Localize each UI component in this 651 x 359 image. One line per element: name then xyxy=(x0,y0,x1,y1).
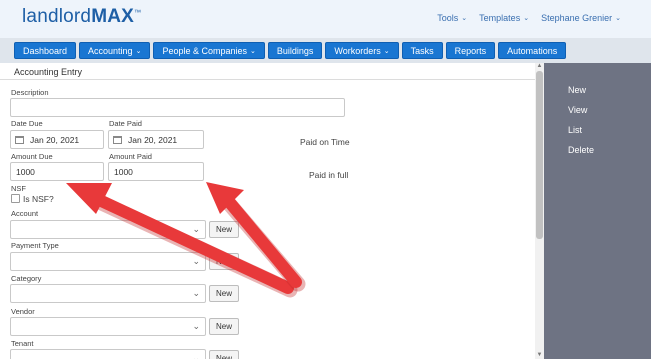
tenant-select[interactable]: ⌄ xyxy=(10,349,206,359)
category-label: Category xyxy=(11,274,42,283)
top-header: landlordMAX™ Tools ⌄ Templates ⌄ Stephan… xyxy=(0,0,651,38)
vendor-label: Vendor xyxy=(11,307,35,316)
description-input[interactable] xyxy=(10,98,345,117)
scroll-up-icon[interactable]: ▲ xyxy=(536,63,543,70)
scroll-thumb[interactable] xyxy=(536,71,543,239)
date-due-value: Jan 20, 2021 xyxy=(30,134,80,145)
scroll-down-icon[interactable]: ▼ xyxy=(536,352,543,359)
date-due-label: Date Due xyxy=(11,119,43,128)
action-delete[interactable]: Delete xyxy=(568,145,594,155)
calendar-icon[interactable] xyxy=(15,135,24,144)
date-paid-value: Jan 20, 2021 xyxy=(128,134,178,145)
vendor-select[interactable]: ⌄ xyxy=(10,317,206,336)
vertical-scrollbar[interactable]: ▲ ▼ xyxy=(535,63,544,359)
chevron-down-icon: ⌄ xyxy=(383,47,390,55)
amount-paid-label: Amount Paid xyxy=(109,152,152,161)
payment-type-select[interactable]: ⌄ xyxy=(10,252,206,271)
nav-workorders[interactable]: Workorders ⌄ xyxy=(325,42,399,59)
top-menu-templates-label: Templates xyxy=(479,13,521,23)
chevron-down-icon: ⌄ xyxy=(192,288,200,298)
account-select[interactable]: ⌄ xyxy=(10,220,206,239)
nav-buildings-label: Buildings xyxy=(276,45,314,56)
nsf-checkbox[interactable] xyxy=(11,194,20,203)
top-menu-user-label: Stephane Grenier xyxy=(541,13,613,23)
nav-dashboard[interactable]: Dashboard xyxy=(14,42,77,59)
form-area: Accounting Entry Description Date Due Ja… xyxy=(0,63,544,359)
actions-panel: New View List Delete xyxy=(544,63,651,359)
chevron-down-icon: ⌄ xyxy=(523,15,530,22)
title-divider xyxy=(0,79,535,80)
nav-workorders-label: Workorders xyxy=(334,45,381,56)
top-menu-tools-label: Tools xyxy=(437,13,459,23)
nav-dashboard-label: Dashboard xyxy=(23,45,68,56)
account-new-button[interactable]: New xyxy=(209,221,239,238)
calendar-icon[interactable] xyxy=(113,135,122,144)
logo-bold-text: MAX xyxy=(91,6,135,27)
logo[interactable]: landlordMAX™ xyxy=(22,6,141,28)
page-title: Accounting Entry xyxy=(14,67,83,77)
action-view[interactable]: View xyxy=(568,105,587,115)
account-label: Account xyxy=(11,209,39,218)
nav-accounting-label: Accounting xyxy=(88,45,133,56)
logo-light-text: landlord xyxy=(22,6,92,27)
chevron-down-icon: ⌄ xyxy=(192,321,200,331)
date-paid-input[interactable]: Jan 20, 2021 xyxy=(108,130,204,149)
nav-accounting[interactable]: Accounting ⌄ xyxy=(79,42,151,59)
chevron-down-icon: ⌄ xyxy=(461,15,468,22)
nav-reports[interactable]: Reports xyxy=(445,42,496,59)
nsf-checkbox-label: Is NSF? xyxy=(23,194,54,204)
chevron-down-icon: ⌄ xyxy=(192,224,200,234)
paid-status-text: Paid on Time xyxy=(300,137,350,147)
nav-people-companies[interactable]: People & Companies ⌄ xyxy=(153,42,265,59)
nsf-label: NSF xyxy=(11,184,26,193)
chevron-down-icon: ⌄ xyxy=(192,353,200,359)
chevron-down-icon: ⌄ xyxy=(250,47,256,55)
amount-due-input[interactable]: 1000 xyxy=(10,162,104,181)
amount-paid-input[interactable]: 1000 xyxy=(108,162,204,181)
nav-people-label: People & Companies xyxy=(162,45,247,56)
top-menu-user[interactable]: Stephane Grenier ⌄ xyxy=(541,13,621,23)
payment-type-label: Payment Type xyxy=(11,241,59,250)
nav-tasks[interactable]: Tasks xyxy=(401,42,443,59)
chevron-down-icon: ⌄ xyxy=(192,256,200,266)
action-list[interactable]: List xyxy=(568,125,582,135)
nav-tasks-label: Tasks xyxy=(410,45,434,56)
nav-buildings[interactable]: Buildings xyxy=(267,42,323,59)
nav-automations-label: Automations xyxy=(507,45,558,56)
description-label: Description xyxy=(11,88,49,97)
logo-trademark: ™ xyxy=(134,9,142,17)
category-new-button[interactable]: New xyxy=(209,285,239,302)
main-nav: Dashboard Accounting ⌄ People & Companies… xyxy=(0,38,651,63)
payment-type-new-button[interactable]: New xyxy=(209,253,239,270)
date-paid-label: Date Paid xyxy=(109,119,142,128)
date-due-input[interactable]: Jan 20, 2021 xyxy=(10,130,104,149)
category-select[interactable]: ⌄ xyxy=(10,284,206,303)
top-menu-tools[interactable]: Tools ⌄ xyxy=(437,13,467,23)
amount-due-label: Amount Due xyxy=(11,152,53,161)
nav-reports-label: Reports xyxy=(454,45,487,56)
tenant-label: Tenant xyxy=(11,339,34,348)
tenant-new-button[interactable]: New xyxy=(209,350,239,359)
action-new[interactable]: New xyxy=(568,85,586,95)
top-menu-templates[interactable]: Templates ⌄ xyxy=(479,13,529,23)
vendor-new-button[interactable]: New xyxy=(209,318,239,335)
chevron-down-icon: ⌄ xyxy=(615,15,621,22)
paid-full-status-text: Paid in full xyxy=(309,170,349,180)
nav-automations[interactable]: Automations xyxy=(498,42,567,59)
top-menu: Tools ⌄ Templates ⌄ Stephane Grenier ⌄ xyxy=(437,13,621,23)
chevron-down-icon: ⌄ xyxy=(135,47,142,55)
